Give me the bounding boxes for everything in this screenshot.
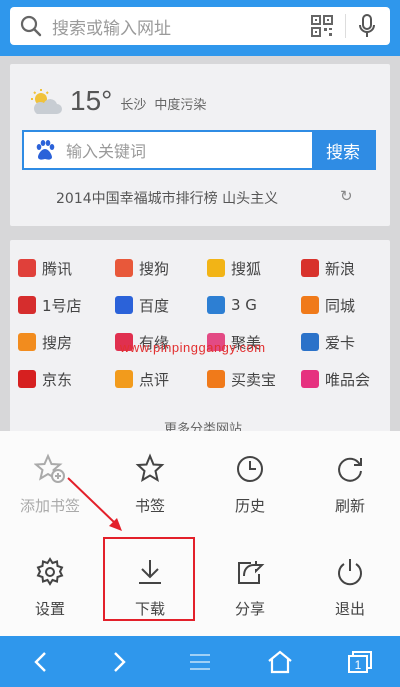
menu-item-label: 书签: [134, 497, 165, 515]
tabs-count: 1: [355, 658, 362, 672]
city-name: 长沙: [120, 98, 147, 113]
bottom-nav: 1: [0, 636, 400, 687]
site-link[interactable]: 搜房: [18, 330, 72, 354]
menu-item-refresh[interactable]: 刷新: [300, 431, 400, 531]
site-label: 新浪: [325, 259, 356, 278]
microphone-icon[interactable]: [358, 14, 376, 38]
tabs-button[interactable]: 1: [320, 636, 400, 687]
watermark-text: www.pinpinggangy.com: [120, 340, 266, 355]
tencent-icon: [18, 259, 36, 277]
menu-item-add-bookmark: 添加书签: [0, 431, 100, 531]
bookmark-star-icon: [134, 431, 166, 489]
site-link[interactable]: 买卖宝: [207, 367, 276, 391]
tabs-icon: 1: [348, 650, 372, 673]
menu-item-share[interactable]: 分享: [200, 534, 300, 634]
download-highlight-box: [103, 537, 195, 621]
address-bar-placeholder: 搜索或输入网址: [52, 18, 171, 39]
baidu-search-box: 输入关键词 搜索: [22, 130, 376, 170]
address-bar-divider: [345, 14, 346, 38]
browser-menu: 添加书签 书签 历史 刷新 设置 下载 分享 退出: [0, 431, 400, 636]
aika-icon: [301, 333, 319, 351]
menu-item-settings-gear[interactable]: 设置: [0, 534, 100, 634]
site-label: 京东: [42, 370, 73, 389]
top-bar: 搜索或输入网址: [0, 0, 400, 56]
home-icon: [268, 650, 292, 673]
menu-item-bookmark-star[interactable]: 书签: [100, 431, 200, 531]
vip-icon: [301, 370, 319, 388]
menu-item-label: 退出: [334, 600, 365, 618]
site-link[interactable]: 点评: [115, 367, 169, 391]
sohu-icon: [207, 259, 225, 277]
address-bar[interactable]: 搜索或输入网址: [10, 7, 390, 45]
yhd-icon: [18, 296, 36, 314]
baidu-icon: [115, 296, 133, 314]
menu-item-label: 刷新: [334, 497, 365, 515]
search-icon: [20, 15, 42, 37]
temperature: 15°: [70, 85, 113, 116]
menu-item-power[interactable]: 退出: [300, 534, 400, 634]
site-label: 同城: [325, 296, 356, 315]
site-label: 3 G: [231, 296, 257, 314]
refresh-icon: [334, 431, 366, 489]
site-link[interactable]: 搜狐: [207, 256, 261, 280]
menu-button[interactable]: [160, 636, 240, 687]
jd-icon: [18, 370, 36, 388]
site-label: 搜房: [42, 333, 73, 352]
site-link[interactable]: 腾讯: [18, 256, 72, 280]
qr-scan-icon[interactable]: [311, 15, 333, 37]
site-label: 唯品会: [325, 370, 371, 389]
back-icon: [34, 651, 46, 672]
share-icon: [234, 534, 266, 592]
forward-button[interactable]: [80, 636, 160, 687]
site-link[interactable]: 百度: [115, 293, 169, 317]
menu-icon: [190, 653, 210, 670]
cloudy-sun-icon: [31, 89, 62, 114]
maimaibao-icon: [207, 370, 225, 388]
weather-widget[interactable]: 15° 长沙 中度污染: [28, 86, 206, 116]
soufun-icon: [18, 333, 36, 351]
menu-item-label: 分享: [234, 600, 265, 618]
site-link[interactable]: 搜狗: [115, 256, 169, 280]
site-label: 点评: [139, 370, 170, 389]
menu-item-label: 添加书签: [19, 497, 80, 515]
site-link[interactable]: 新浪: [301, 256, 355, 280]
keyword-input[interactable]: 输入关键词: [66, 138, 312, 162]
forward-icon: [114, 651, 126, 672]
history-clock-icon: [234, 431, 266, 489]
site-link[interactable]: 爱卡: [301, 330, 355, 354]
hot-news-link[interactable]: 2014中国幸福城市排行榜 山头主义: [56, 188, 278, 208]
baidu-paw-icon: [36, 140, 55, 160]
home-page: 15° 长沙 中度污染 输入关键词 搜索 2014中国幸福城市排行榜 山头主义 …: [0, 56, 400, 440]
site-label: 爱卡: [325, 333, 356, 352]
site-link[interactable]: 1号店: [18, 293, 82, 317]
add-bookmark-icon: [33, 431, 66, 489]
3g-icon: [207, 296, 225, 314]
site-label: 1号店: [42, 296, 82, 315]
site-label: 搜狗: [139, 259, 170, 278]
home-button[interactable]: [240, 636, 320, 687]
site-link[interactable]: 3 G: [207, 293, 257, 317]
refresh-hot-icon[interactable]: ↻: [340, 187, 353, 205]
site-label: 百度: [139, 296, 170, 315]
baidu-search-button[interactable]: 搜索: [312, 131, 374, 169]
menu-item-label: 设置: [34, 600, 65, 618]
sogou-icon: [115, 259, 133, 277]
site-label: 买卖宝: [231, 370, 277, 389]
site-link[interactable]: 唯品会: [301, 367, 370, 391]
menu-item-history-clock[interactable]: 历史: [200, 431, 300, 531]
sina-icon: [301, 259, 319, 277]
site-link[interactable]: 京东: [18, 367, 72, 391]
power-icon: [334, 534, 366, 592]
air-quality: 中度污染: [154, 98, 207, 113]
site-label: 腾讯: [42, 259, 73, 278]
site-label: 搜狐: [231, 259, 262, 278]
settings-gear-icon: [34, 534, 66, 592]
dianping-icon: [115, 370, 133, 388]
site-link[interactable]: 同城: [301, 293, 355, 317]
58-icon: [301, 296, 319, 314]
menu-item-label: 历史: [234, 497, 265, 515]
back-button[interactable]: [0, 636, 80, 687]
